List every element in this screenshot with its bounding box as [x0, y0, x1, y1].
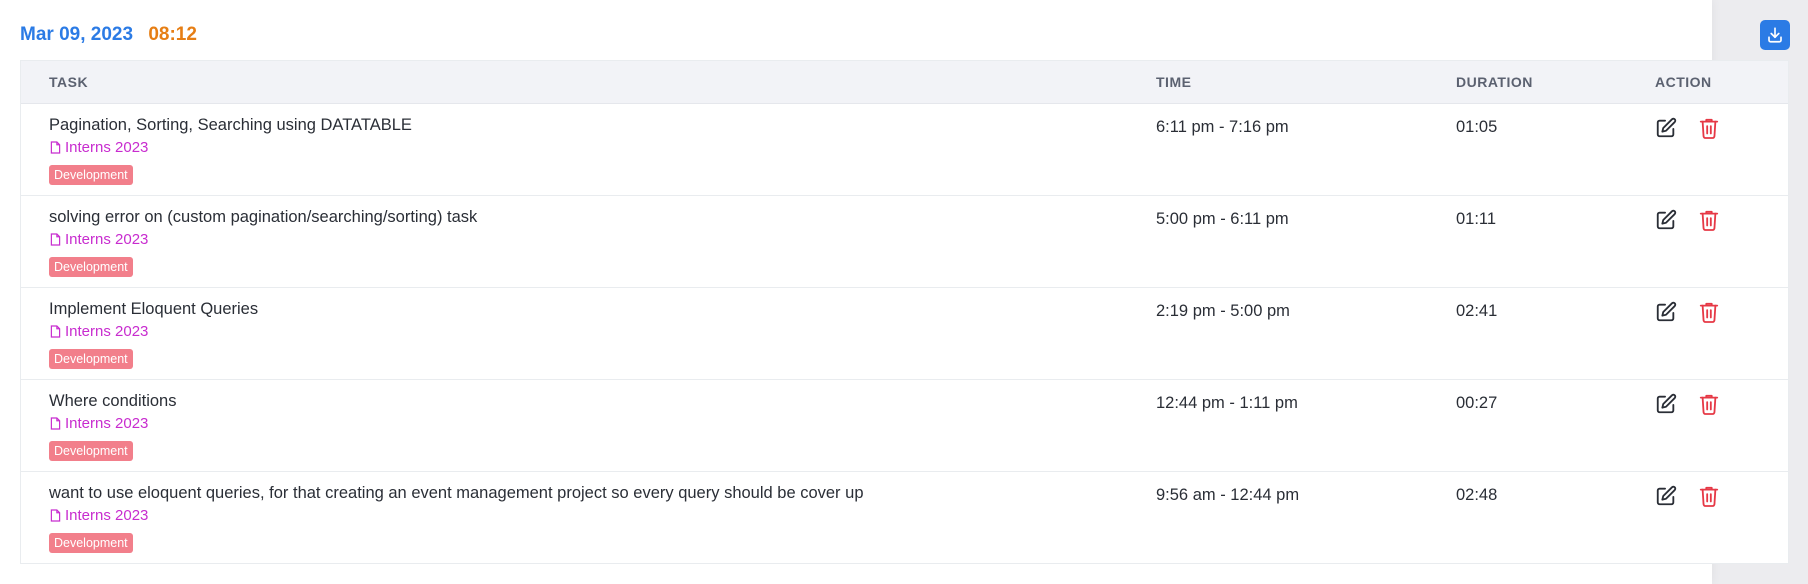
column-header-time: TIME	[1156, 74, 1192, 90]
task-title: want to use eloquent queries, for that c…	[49, 484, 864, 502]
column-header-duration: DURATION	[1456, 74, 1533, 90]
edit-icon[interactable]	[1655, 301, 1677, 323]
trash-icon[interactable]	[1699, 209, 1719, 231]
duration-value: 02:41	[1456, 302, 1498, 320]
table-row: want to use eloquent queries, for that c…	[21, 472, 1788, 563]
task-title: Implement Eloquent Queries	[49, 300, 259, 318]
download-icon	[1768, 27, 1782, 43]
category-tag: Development	[49, 533, 133, 553]
time-range: 5:00 pm - 6:11 pm	[1156, 210, 1289, 228]
trash-icon[interactable]	[1699, 485, 1719, 507]
category-tag: Development	[49, 257, 133, 277]
trash-icon[interactable]	[1699, 393, 1719, 415]
project-name: Interns 2023	[65, 415, 149, 432]
project-name: Interns 2023	[65, 231, 149, 248]
edit-icon[interactable]	[1655, 117, 1677, 139]
edit-icon[interactable]	[1655, 485, 1677, 507]
file-icon	[50, 417, 61, 430]
category-tag: Development	[49, 165, 133, 185]
task-title: solving error on (custom pagination/sear…	[49, 208, 478, 226]
table-header: TASK TIME DURATION ACTION	[21, 61, 1788, 104]
project-name: Interns 2023	[65, 507, 149, 524]
file-icon	[50, 509, 61, 522]
file-icon	[50, 325, 61, 338]
trash-icon[interactable]	[1699, 117, 1719, 139]
time-range: 12:44 pm - 1:11 pm	[1156, 394, 1298, 412]
task-title: Where conditions	[49, 392, 177, 410]
duration-value: 02:48	[1456, 486, 1498, 504]
category-tag: Development	[49, 441, 133, 461]
time-range: 9:56 am - 12:44 pm	[1156, 486, 1300, 504]
table-row: solving error on (custom pagination/sear…	[21, 196, 1788, 288]
project-link[interactable]: Interns 2023	[50, 323, 148, 340]
column-header-action: ACTION	[1655, 74, 1712, 90]
project-name: Interns 2023	[65, 323, 149, 340]
table-row: Pagination, Sorting, Searching using DAT…	[21, 104, 1788, 196]
project-link[interactable]: Interns 2023	[50, 139, 148, 156]
time-range: 2:19 pm - 5:00 pm	[1156, 302, 1290, 320]
file-icon	[50, 233, 61, 246]
duration-value: 00:27	[1456, 394, 1498, 412]
task-title: Pagination, Sorting, Searching using DAT…	[49, 116, 412, 134]
task-table: TASK TIME DURATION ACTION Pagination, So…	[20, 60, 1789, 564]
column-header-task: TASK	[49, 74, 89, 90]
table-row: Where conditions Interns 2023 Developmen…	[21, 380, 1788, 472]
date-header: Mar 09, 2023 08:12	[20, 24, 197, 46]
file-icon	[50, 141, 61, 154]
trash-icon[interactable]	[1699, 301, 1719, 323]
download-button[interactable]	[1760, 20, 1790, 50]
project-link[interactable]: Interns 2023	[50, 507, 148, 524]
edit-icon[interactable]	[1655, 393, 1677, 415]
project-link[interactable]: Interns 2023	[50, 415, 148, 432]
time-label: 08:12	[148, 24, 197, 45]
project-name: Interns 2023	[65, 139, 149, 156]
table-row: Implement Eloquent Queries Interns 2023 …	[21, 288, 1788, 380]
date-label: Mar 09, 2023	[20, 24, 134, 45]
duration-value: 01:11	[1456, 210, 1497, 228]
project-link[interactable]: Interns 2023	[50, 231, 148, 248]
time-range: 6:11 pm - 7:16 pm	[1156, 118, 1289, 136]
category-tag: Development	[49, 349, 133, 369]
duration-value: 01:05	[1456, 118, 1498, 136]
edit-icon[interactable]	[1655, 209, 1677, 231]
